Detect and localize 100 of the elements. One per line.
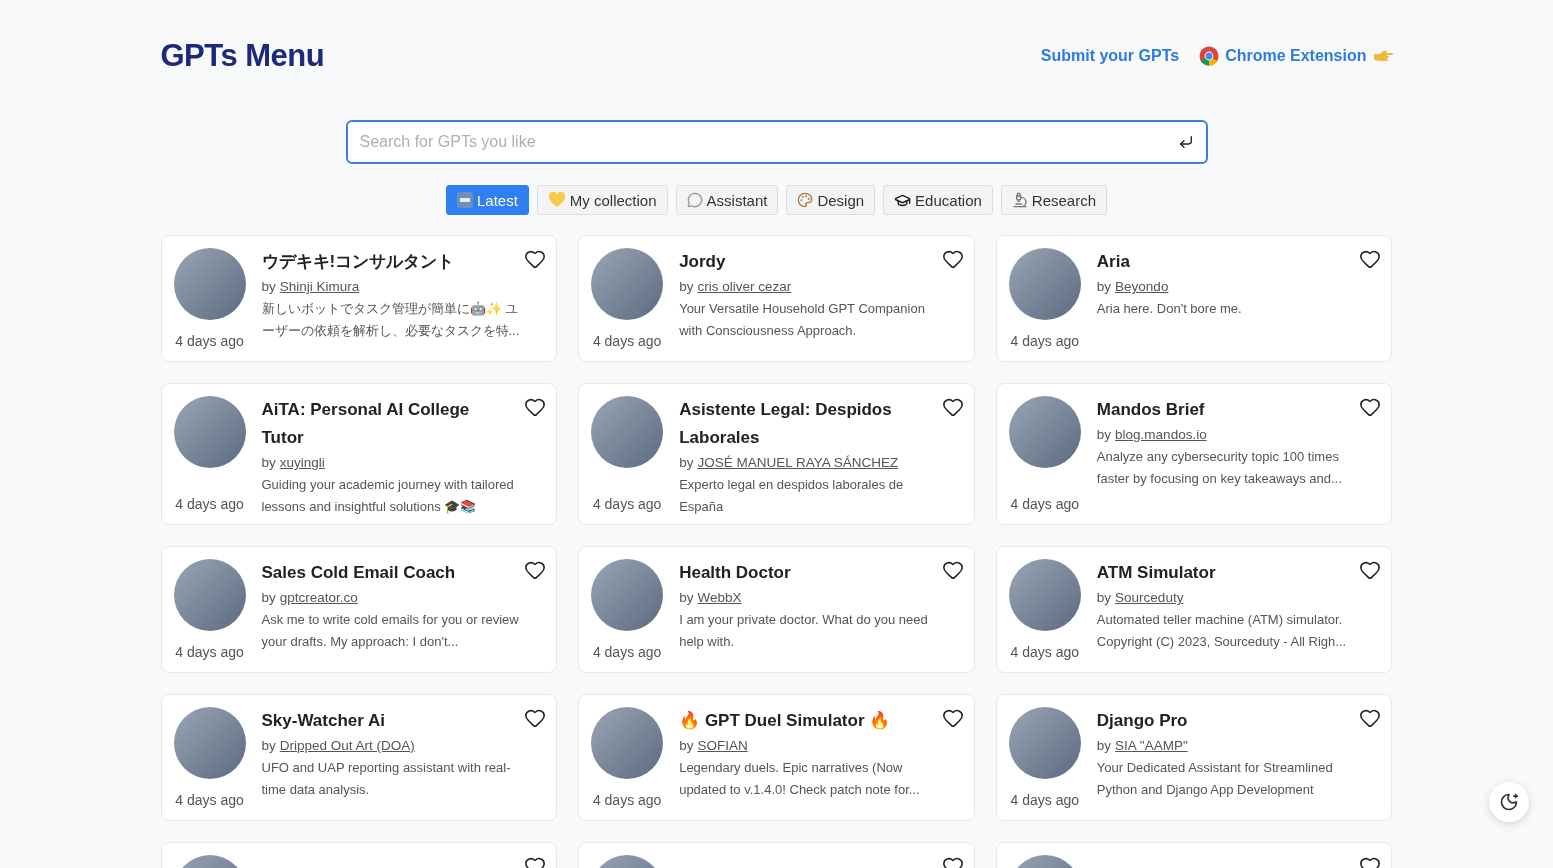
gpt-title: ATM Simulator <box>1096 562 1217 584</box>
time-ago: 4 days ago <box>1010 792 1080 808</box>
time-ago: 4 days ago <box>592 333 662 349</box>
author-link[interactable]: WebbX <box>697 587 742 609</box>
gpt-description: UFO and UAP reporting assistant with real-time data analysis. <box>261 759 512 799</box>
gpt-description: Your Versatile Household GPT Companion with Consciousness Approach. <box>679 300 926 340</box>
favorite-button[interactable] <box>941 707 964 729</box>
category-tab[interactable]: Design <box>786 185 876 215</box>
time-ago: 4 days ago <box>592 644 662 660</box>
author-link[interactable]: SOFIAN <box>697 735 748 757</box>
category-tab[interactable]: Research <box>1000 185 1108 215</box>
chrome-logo-icon <box>1199 46 1220 66</box>
gpt-title: Django Pro <box>1096 710 1189 732</box>
gpt-card[interactable]: 4 days ago Health Doctor by WebbX I am your private doctor. What do you need help with. <box>578 546 975 673</box>
author-link[interactable]: Sourceduty <box>1115 587 1184 609</box>
by-label: by <box>1096 278 1112 296</box>
new-badge-icon <box>456 192 473 208</box>
gpt-card[interactable]: 4 days ago ATM Simulator by Sourceduty Automated teller machine (ATM) simulator. Copyright (C) 2023, Sourceduty - All Righ... <box>995 546 1393 673</box>
by-label: by <box>679 278 694 296</box>
microscope-icon <box>1011 192 1028 208</box>
author-link[interactable]: blog.mandos.io <box>1115 424 1207 446</box>
category-tab[interactable]: My collection <box>536 185 668 215</box>
favorite-button[interactable] <box>1359 396 1382 418</box>
gpt-card[interactable]: 4 days ago Aria by Beyondo Aria here. Don't bore me. <box>995 235 1393 362</box>
dark-mode-toggle[interactable] <box>1489 782 1529 822</box>
by-label: by <box>679 589 694 607</box>
header-link[interactable]: Chrome Extension <box>1199 46 1393 66</box>
author-link[interactable]: xuyingli <box>279 452 325 474</box>
author-link[interactable]: gptcreator.co <box>279 587 358 609</box>
by-label: by <box>261 454 276 472</box>
author-link[interactable]: Shinji Kimura <box>279 276 360 298</box>
gpt-card[interactable]: 4 days ago Mandos Brief by blog.mandos.io Analyze any cybersecurity topic 100 times faster by focusing on key takeaways and... <box>995 383 1393 525</box>
by-label: by <box>1096 589 1112 607</box>
time-ago: 4 days ago <box>1010 496 1080 512</box>
favorite-button[interactable] <box>1359 559 1382 581</box>
category-tab[interactable]: Education <box>883 185 993 215</box>
gpt-title: Sales Cold Email Coach <box>261 562 457 584</box>
gpt-title: ウデキキ!コンサルタント <box>261 251 456 273</box>
gpt-title: AiTA: Personal AI College Tutor <box>261 399 471 449</box>
gpt-description: Automated teller machine (ATM) simulator. Copyright (C) 2023, Sourceduty - All Righ... <box>1096 611 1348 651</box>
author-link[interactable]: cris oliver cezar <box>697 276 792 298</box>
gpt-description: Ask me to write cold emails for you or review your drafts. My approach: I don't... <box>261 611 520 651</box>
heart-icon <box>547 192 566 208</box>
favorite-button[interactable] <box>1359 707 1382 729</box>
pointing-hand-icon <box>1372 50 1393 62</box>
favorite-button[interactable] <box>524 707 547 729</box>
time-ago: 4 days ago <box>592 496 662 512</box>
by-label: by <box>679 454 694 472</box>
gpt-description: Aria here. Don't bore me. <box>1096 300 1243 318</box>
time-ago: 4 days ago <box>1010 644 1080 660</box>
time-ago: 4 days ago <box>175 792 244 808</box>
time-ago: 4 days ago <box>1010 333 1080 349</box>
favorite-button[interactable] <box>524 559 547 581</box>
favorite-button[interactable] <box>524 396 547 418</box>
author-link[interactable]: JOSÉ MANUEL RAYA SÁNCHEZ <box>697 452 899 474</box>
favorite-button[interactable] <box>941 248 964 270</box>
favorite-button[interactable] <box>524 248 547 270</box>
by-label: by <box>1096 426 1112 444</box>
palette-icon <box>797 192 814 208</box>
favorite-button[interactable] <box>1359 248 1382 270</box>
speech-bubble-icon <box>686 192 703 208</box>
gpt-description: Experto legal en despidos laborales de España <box>679 476 905 516</box>
time-ago: 4 days ago <box>175 644 244 660</box>
time-ago: 4 days ago <box>175 496 244 512</box>
gpt-card[interactable]: 4 days ago 🔥 GPT Duel Simulator 🔥 by SOFIAN Legendary duels. Epic narratives (Now updated to v.1.4.0! Check patch note for... <box>578 694 975 821</box>
gpt-description: Legendary duels. Epic narratives (Now updated to v.1.4.0! Check patch note for... <box>679 759 921 799</box>
gpt-card[interactable]: 4 days ago Sky-Watcher Ai by Dripped Out Art (DOA) UFO and UAP reporting assistant with real-time data analysis. <box>160 694 558 821</box>
gpt-title: Aria <box>1096 251 1131 273</box>
enter-icon <box>1177 134 1194 150</box>
time-ago: 4 days ago <box>592 792 662 808</box>
category-tab[interactable]: Latest <box>445 185 529 215</box>
gpt-card[interactable]: 4 days ago Jordy by cris oliver cezar Your Versatile Household GPT Companion with Consciousness Approach. <box>578 235 975 362</box>
by-label: by <box>679 737 694 755</box>
by-label: by <box>261 589 276 607</box>
gpt-card[interactable]: 4 days ago Asistente Legal: Despidos Laborales by JOSÉ MANUEL RAYA SÁNCHEZ Experto legal en despidos laborales de España <box>578 383 975 525</box>
gpt-card[interactable]: 4 days ago Sales Cold Email Coach by gptcreator.co Ask me to write cold emails for you or review your drafts. My approach: I don't... <box>160 546 558 673</box>
gpt-title: Mandos Brief <box>1096 399 1206 421</box>
header-link[interactable]: Submit your GPTs <box>1040 47 1180 65</box>
gpt-description: I am your private doctor. What do you need help with. <box>679 611 929 651</box>
category-tab[interactable]: Assistant <box>675 185 779 215</box>
by-label: by <box>1096 737 1112 755</box>
author-link[interactable]: SIA "AAMP" <box>1115 735 1188 757</box>
time-ago: 4 days ago <box>175 333 244 349</box>
author-link[interactable]: Dripped Out Art (DOA) <box>279 735 415 757</box>
gpt-description: 新しいボットでタスク管理が簡単に🤖✨ ユーザーの依頼を解析し、必要なタスクを特... <box>261 300 521 340</box>
gpt-title: Health Doctor <box>679 562 792 584</box>
favorite-button[interactable] <box>941 396 964 418</box>
gpt-card[interactable]: 4 days ago Django Pro by SIA "AAMP" Your Dedicated Assistant for Streamlined Python and Django App Development <box>995 694 1393 821</box>
search-field[interactable]: Search for GPTs you like <box>345 120 1208 164</box>
site-logo[interactable]: GPTs Menu <box>160 38 325 74</box>
gpt-description: Guiding your academic journey with tailored lessons and insightful solutions 🎓📚 <box>261 476 515 516</box>
gpt-title: Asistente Legal: Despidos Laborales <box>679 399 893 449</box>
gpt-title: 🔥 GPT Duel Simulator 🔥 <box>679 710 892 732</box>
by-label: by <box>261 278 276 296</box>
gpt-title: Jordy <box>679 251 727 273</box>
gpt-title: Sky-Watcher Ai <box>261 710 386 732</box>
gpt-card[interactable]: 4 days ago AiTA: Personal AI College Tutor by xuyingli Guiding your academic journey with tailored lessons and insightful solutions 🎓📚 <box>160 383 558 525</box>
gpt-card[interactable]: 4 days ago ウデキキ!コンサルタント by Shinji Kimura 新しいボットでタスク管理が簡単に🤖✨ ユーザーの依頼を解析し、必要なタスクを特... <box>160 235 558 362</box>
author-link[interactable]: Beyondo <box>1115 276 1169 298</box>
favorite-button[interactable] <box>941 559 964 581</box>
